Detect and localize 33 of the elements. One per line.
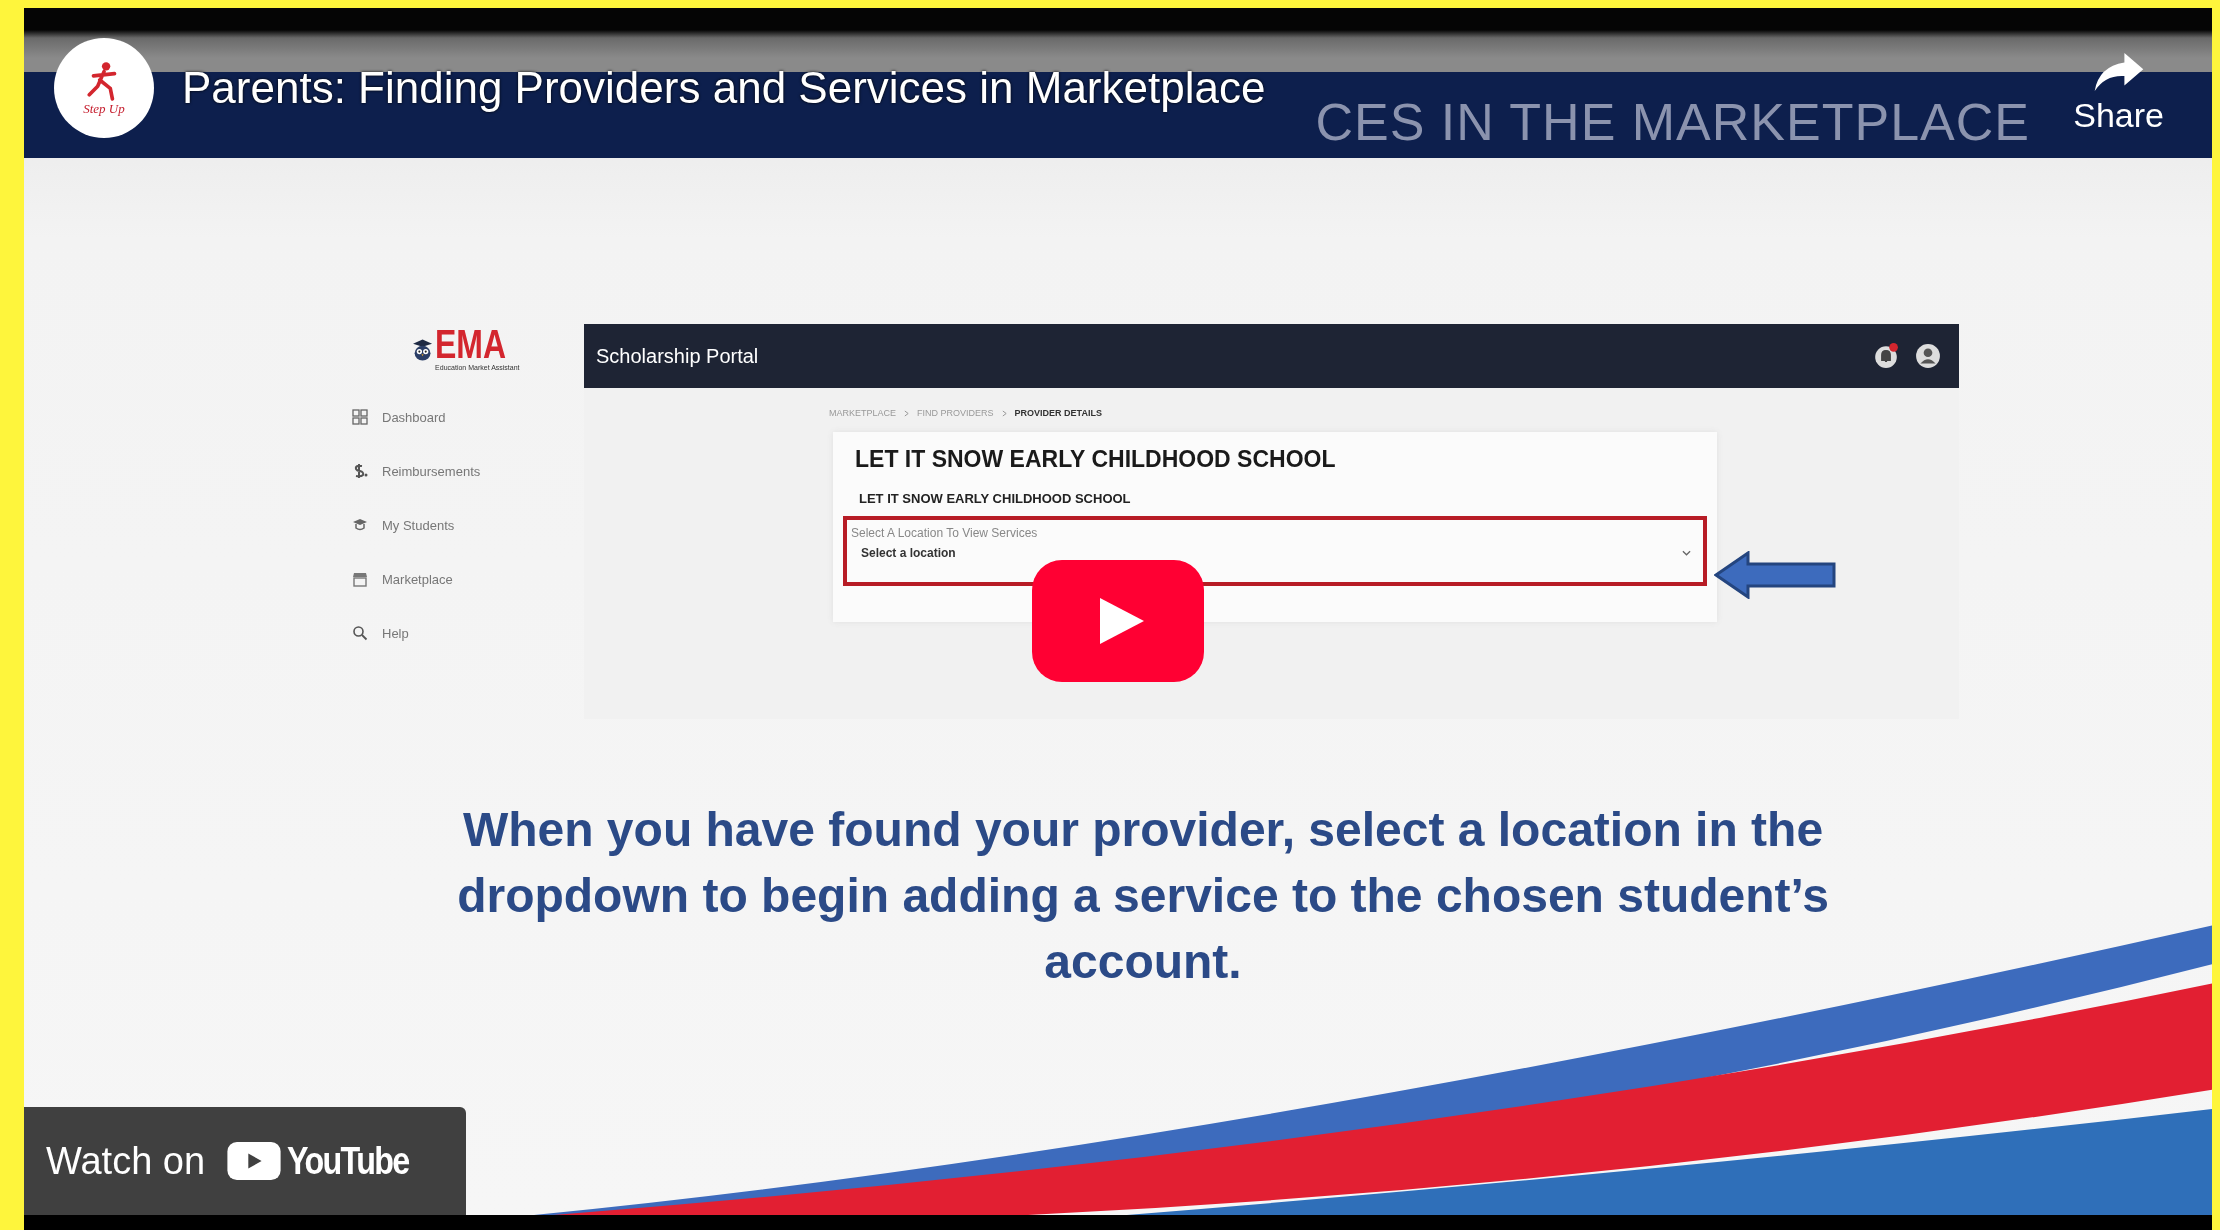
dollar-icon — [352, 463, 368, 479]
sidebar-item[interactable]: My Students — [382, 517, 455, 533]
breadcrumb-link[interactable]: MARKETPLACE — [829, 408, 897, 418]
store-icon — [352, 571, 368, 587]
play-button[interactable] — [1032, 560, 1204, 682]
graduation-cap-icon — [352, 517, 368, 533]
sidebar-item[interactable]: Marketplace — [382, 571, 453, 587]
chevron-icon — [1001, 409, 1007, 417]
arrow-icon — [1714, 551, 1838, 599]
breadcrumb-link[interactable]: FIND PROVIDERS — [917, 408, 994, 418]
youtube-play-icon — [227, 1142, 282, 1180]
field-label: Select A Location To View Services — [851, 526, 1039, 540]
dashboard-icon — [352, 409, 368, 425]
provider-subtitle: LET IT SNOW EARLY CHILDHOOD SCHOOL — [859, 491, 1132, 506]
user-avatar-icon[interactable] — [1915, 343, 1941, 369]
sidebar-item[interactable]: Help — [382, 625, 409, 641]
caret-icon — [1682, 550, 1691, 556]
provider-name: LET IT SNOW EARLY CHILDHOOD SCHOOL — [855, 446, 1337, 473]
slide-heading: CES IN THE MARKETPLACE — [1315, 92, 2030, 152]
sidebar-item[interactable]: Reimbursements — [382, 463, 481, 479]
share-button[interactable]: Share — [2073, 50, 2164, 135]
portal-title: Scholarship Portal — [596, 344, 759, 368]
chevron-icon — [904, 409, 910, 417]
channel-logo-text: Step Up — [83, 101, 125, 117]
slide-caption: When you have found your provider, select a location in the dropdown to begin adding a service to the chosen student’s account. — [456, 802, 1830, 990]
breadcrumb-link[interactable]: PROVIDER DETAILS — [1014, 408, 1102, 418]
bell-icon[interactable] — [1873, 343, 1899, 369]
location-dropdown[interactable]: Select a location — [851, 546, 1691, 560]
watch-on-youtube-button[interactable]: Watch on YouTube — [24, 1107, 466, 1215]
sidebar-item[interactable]: Dashboard — [382, 409, 446, 425]
search-icon — [352, 625, 368, 641]
logo-text: EMA — [435, 324, 507, 364]
video-title[interactable]: Parents: Finding Providers and Services in Marketplace — [182, 63, 1266, 113]
